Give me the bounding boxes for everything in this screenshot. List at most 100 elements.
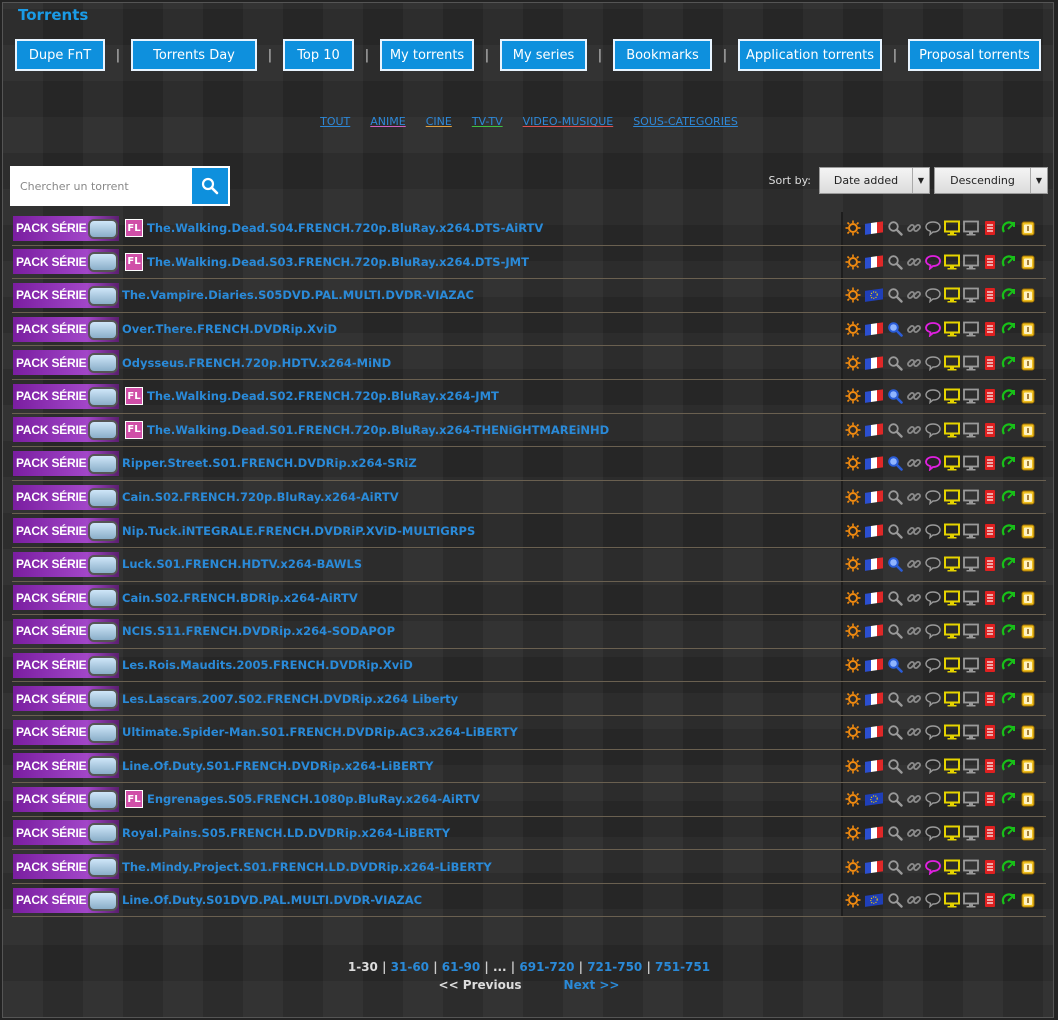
torrent-name-link[interactable]: The.Walking.Dead.S03.FRENCH.720p.BluRay.… <box>147 255 529 269</box>
search-icon[interactable] <box>887 355 903 371</box>
torrent-name-link[interactable]: Engrenages.S05.FRENCH.1080p.BluRay.x264-… <box>147 792 480 806</box>
nfo-icon[interactable] <box>982 825 998 841</box>
nfo-icon[interactable] <box>982 691 998 707</box>
monitor-icon[interactable] <box>944 859 960 875</box>
monitor-icon[interactable] <box>944 825 960 841</box>
nfo-icon[interactable] <box>982 523 998 539</box>
comment-icon[interactable] <box>925 254 941 270</box>
nfo-icon[interactable] <box>982 422 998 438</box>
search-icon[interactable] <box>887 590 903 606</box>
download-icon[interactable] <box>1001 355 1017 371</box>
monitor-icon[interactable] <box>963 254 979 270</box>
monitor-icon[interactable] <box>963 388 979 404</box>
monitor-icon[interactable] <box>944 422 960 438</box>
search-icon[interactable] <box>887 455 903 472</box>
bookmark-icon[interactable] <box>1020 724 1036 740</box>
comment-icon[interactable] <box>925 489 941 506</box>
torrent-name-link[interactable]: The.Walking.Dead.S04.FRENCH.720p.BluRay.… <box>147 221 543 235</box>
nav-button-dupe-fnt[interactable]: Dupe FnT <box>15 39 105 71</box>
link-icon[interactable] <box>906 355 922 371</box>
nav-button-my-series[interactable]: My series <box>500 39 587 71</box>
link-icon[interactable] <box>906 254 922 270</box>
link-icon[interactable] <box>906 590 922 606</box>
nav-button-proposal-torrents[interactable]: Proposal torrents <box>908 39 1041 71</box>
category-video-musique[interactable]: VIDEO-MUSIQUE <box>523 115 614 128</box>
download-icon[interactable] <box>1001 321 1017 337</box>
bookmark-icon[interactable] <box>1020 791 1036 807</box>
sort-order-select[interactable]: Descending ▼ <box>934 167 1048 194</box>
monitor-icon[interactable] <box>944 791 960 807</box>
bookmark-icon[interactable] <box>1020 623 1036 639</box>
search-icon[interactable] <box>887 254 903 270</box>
comment-icon[interactable] <box>925 355 941 371</box>
nfo-icon[interactable] <box>982 388 998 404</box>
torrent-name-link[interactable]: Cain.S02.FRENCH.BDRip.x264-AiRTV <box>122 591 358 605</box>
download-icon[interactable] <box>1001 254 1017 270</box>
nfo-icon[interactable] <box>982 892 998 908</box>
torrent-name-link[interactable]: Nip.Tuck.iNTEGRALE.FRENCH.DVDRiP.XViD-MU… <box>122 524 475 538</box>
monitor-icon[interactable] <box>944 590 960 606</box>
monitor-icon[interactable] <box>963 791 979 807</box>
comment-icon[interactable] <box>925 287 941 304</box>
torrent-name-link[interactable]: Royal.Pains.S05.FRENCH.LD.DVDRip.x264-Li… <box>122 826 450 840</box>
download-icon[interactable] <box>1001 422 1017 438</box>
monitor-icon[interactable] <box>963 758 979 774</box>
category-tout[interactable]: TOUT <box>320 115 350 128</box>
monitor-icon[interactable] <box>963 523 979 539</box>
comment-icon[interactable] <box>925 321 941 338</box>
bookmark-icon[interactable] <box>1020 825 1036 841</box>
download-icon[interactable] <box>1001 657 1017 673</box>
search-icon[interactable] <box>887 321 903 337</box>
search-icon[interactable] <box>887 825 903 841</box>
bookmark-icon[interactable] <box>1020 321 1036 337</box>
nfo-icon[interactable] <box>982 590 998 606</box>
monitor-icon[interactable] <box>944 758 960 774</box>
monitor-icon[interactable] <box>963 321 979 337</box>
category-anime[interactable]: ANIME <box>370 115 405 128</box>
monitor-icon[interactable] <box>963 859 979 875</box>
search-icon[interactable] <box>887 791 903 808</box>
next-link[interactable]: Next >> <box>564 978 620 992</box>
torrent-name-link[interactable]: The.Walking.Dead.S01.FRENCH.720p.BluRay.… <box>147 423 609 437</box>
monitor-icon[interactable] <box>944 523 960 539</box>
nfo-icon[interactable] <box>982 657 998 673</box>
monitor-icon[interactable] <box>963 489 979 505</box>
monitor-icon[interactable] <box>963 724 979 740</box>
search-icon[interactable] <box>887 892 903 908</box>
search-icon[interactable] <box>887 556 903 573</box>
monitor-icon[interactable] <box>944 489 960 505</box>
comment-icon[interactable] <box>925 758 941 774</box>
download-icon[interactable] <box>1001 892 1017 908</box>
search-icon[interactable] <box>887 691 903 707</box>
monitor-icon[interactable] <box>963 590 979 606</box>
comment-icon[interactable] <box>925 691 941 707</box>
torrent-name-link[interactable]: Line.Of.Duty.S01DVD.PAL.MULTI.DVDR-VIAZA… <box>122 893 422 907</box>
pagination-link[interactable]: 61-90 <box>442 960 480 974</box>
pagination-link[interactable]: 31-60 <box>391 960 429 974</box>
pagination-link[interactable]: 721-750 <box>587 960 642 974</box>
comment-icon[interactable] <box>925 791 941 808</box>
monitor-icon[interactable] <box>963 892 979 908</box>
link-icon[interactable] <box>906 489 922 505</box>
bookmark-icon[interactable] <box>1020 422 1036 438</box>
bookmark-icon[interactable] <box>1020 758 1036 774</box>
comment-icon[interactable] <box>925 556 941 573</box>
bookmark-icon[interactable] <box>1020 355 1036 371</box>
nfo-icon[interactable] <box>982 254 998 270</box>
bookmark-icon[interactable] <box>1020 691 1036 707</box>
search-icon[interactable] <box>887 422 903 438</box>
bookmark-icon[interactable] <box>1020 287 1036 303</box>
link-icon[interactable] <box>906 859 922 875</box>
torrent-name-link[interactable]: Ultimate.Spider-Man.S01.FRENCH.DVDRip.AC… <box>122 725 518 739</box>
search-input[interactable] <box>12 168 192 204</box>
torrent-name-link[interactable]: The.Vampire.Diaries.S05DVD.PAL.MULTI.DVD… <box>122 288 474 302</box>
monitor-icon[interactable] <box>963 455 979 471</box>
torrent-name-link[interactable]: Les.Lascars.2007.S02.FRENCH.DVDRip.x264 … <box>122 692 458 706</box>
bookmark-icon[interactable] <box>1020 489 1036 505</box>
download-icon[interactable] <box>1001 455 1017 471</box>
search-icon[interactable] <box>887 489 903 505</box>
download-icon[interactable] <box>1001 623 1017 639</box>
download-icon[interactable] <box>1001 859 1017 875</box>
download-icon[interactable] <box>1001 220 1017 236</box>
monitor-icon[interactable] <box>963 691 979 707</box>
